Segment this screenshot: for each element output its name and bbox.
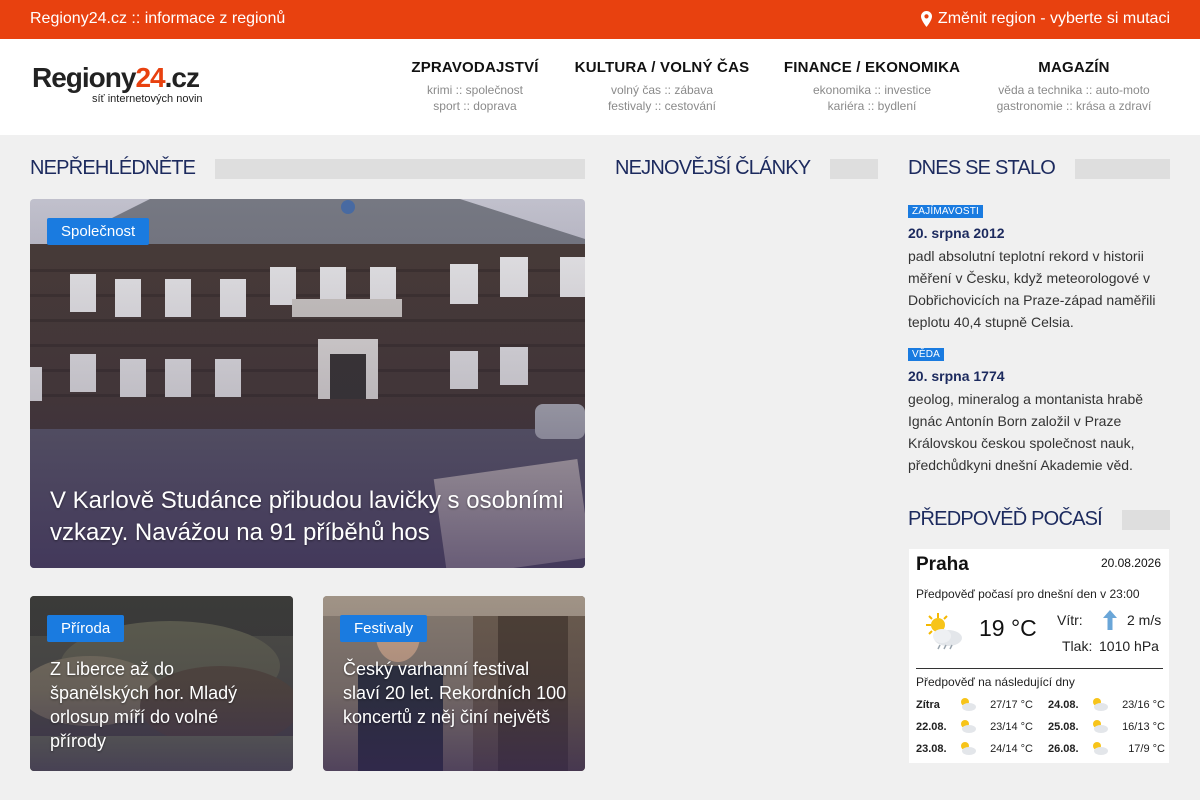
section-title: NEPŘEHLÉDNĚTE bbox=[30, 157, 196, 179]
nav-item-magazine[interactable]: MAGAZÍN věda a technika :: auto-moto gas… bbox=[985, 59, 1163, 114]
category-badge[interactable]: Společnost bbox=[47, 218, 150, 245]
event-item: ZAJÍMAVOSTI 20. srpna 2012 padl absolutn… bbox=[908, 201, 1170, 333]
section-title: PŘEDPOVĚĎ POČASÍ bbox=[908, 508, 1103, 530]
forecast-day: 26.08. bbox=[1048, 743, 1079, 755]
nav-sub-1[interactable]: krimi :: společnost bbox=[427, 82, 523, 98]
wind-value: 2 m/s bbox=[1127, 612, 1162, 628]
site-header: Regiony24.cz síť internetových novin ZPR… bbox=[0, 39, 1200, 135]
article-headline[interactable]: V Karlově Studánce přibudou lavičky s os… bbox=[50, 485, 570, 549]
forecast-day: 24.08. bbox=[1048, 699, 1079, 711]
map-pin-icon bbox=[920, 11, 932, 27]
nav-sub-1[interactable]: volný čas :: zábava bbox=[611, 82, 713, 98]
partly-cloudy-sun-icon bbox=[958, 718, 976, 737]
event-text: geolog, mineralog a montanista hrabě Ign… bbox=[908, 391, 1144, 473]
logo-word-tld: .cz bbox=[164, 62, 200, 93]
category-badge[interactable]: Festivaly bbox=[340, 615, 428, 642]
nav-title[interactable]: FINANCE / EKONOMIKA bbox=[784, 59, 960, 76]
nav-sub-2[interactable]: gastronomie :: krása a zdraví bbox=[997, 98, 1152, 114]
wind-label: Vítr: bbox=[1057, 612, 1083, 628]
weather-divider bbox=[916, 668, 1163, 669]
forecast-temp: 16/13 °C bbox=[1122, 721, 1165, 733]
nav-sub-1[interactable]: ekonomika :: investice bbox=[813, 82, 931, 98]
article-card-nature[interactable]: Příroda Z Liberce až do španělských hor.… bbox=[30, 596, 293, 771]
section-heading-latest: NEJNOVĚJŠÍ ČLÁNKY bbox=[615, 157, 878, 180]
partly-cloudy-sun-icon bbox=[958, 740, 976, 759]
logo-tagline: síť internetových novin bbox=[92, 93, 203, 105]
event-item: VĚDA 20. srpna 1774 geolog, mineralog a … bbox=[908, 344, 1170, 476]
partly-cloudy-sun-icon bbox=[1090, 740, 1108, 759]
forecast-day: 23.08. bbox=[916, 743, 947, 755]
forecast-temp: 17/9 °C bbox=[1128, 743, 1165, 755]
site-logo[interactable]: Regiony24.cz síť internetových novin bbox=[32, 63, 212, 113]
heading-divider bbox=[1121, 509, 1170, 530]
forecast-day: 22.08. bbox=[916, 721, 947, 733]
partly-cloudy-sun-icon bbox=[958, 696, 976, 715]
wind-direction-icon bbox=[1103, 610, 1117, 635]
heading-divider bbox=[1075, 158, 1170, 179]
change-region-label: Změnit region - vyberte si mutaci bbox=[937, 10, 1170, 27]
section-title: DNES SE STALO bbox=[908, 157, 1056, 179]
forecast-temp: 23/16 °C bbox=[1122, 699, 1165, 711]
event-date: 20. srpna 2012 bbox=[908, 225, 1005, 241]
nav-title[interactable]: ZPRAVODAJSTVÍ bbox=[411, 59, 538, 76]
section-heading-weather: PŘEDPOVĚĎ POČASÍ bbox=[908, 508, 1170, 531]
partly-cloudy-sun-icon bbox=[922, 611, 966, 656]
forecast-temp: 23/14 °C bbox=[990, 721, 1033, 733]
nav-item-news[interactable]: ZPRAVODAJSTVÍ krimi :: společnost sport … bbox=[400, 59, 550, 114]
partly-cloudy-sun-icon bbox=[1090, 718, 1108, 737]
weather-next-days-label: Předpověď na následující dny bbox=[916, 675, 1075, 689]
forecast-day: 25.08. bbox=[1048, 721, 1079, 733]
event-date: 20. srpna 1774 bbox=[908, 368, 1005, 384]
top-bar: Regiony24.cz :: informace z regionů Změn… bbox=[0, 0, 1200, 39]
forecast-temp: 24/14 °C bbox=[990, 743, 1033, 755]
pressure-label: Tlak: bbox=[1062, 638, 1093, 654]
nav-sub-2[interactable]: sport :: doprava bbox=[433, 98, 516, 114]
weather-city: Praha bbox=[916, 554, 969, 575]
nav-sub-1[interactable]: věda a technika :: auto-moto bbox=[998, 82, 1149, 98]
article-headline[interactable]: Z Liberce až do španělských hor. Mladý o… bbox=[50, 657, 275, 753]
weather-forecast-label: Předpověď počasí pro dnešní den v 23:00 bbox=[916, 587, 1140, 601]
forecast-day: Zítra bbox=[916, 699, 940, 711]
featured-article-card[interactable]: Společnost V Karlově Studánce přibudou l… bbox=[30, 199, 585, 568]
nav-sub-2[interactable]: kariéra :: bydlení bbox=[828, 98, 917, 114]
event-category-tag[interactable]: ZAJÍMAVOSTI bbox=[908, 205, 984, 218]
weather-temperature: 19 °C bbox=[979, 615, 1037, 641]
event-text: padl absolutní teplotní rekord v histori… bbox=[908, 248, 1156, 330]
section-heading-dont-miss: NEPŘEHLÉDNĚTE bbox=[30, 157, 585, 180]
article-headline[interactable]: Český varhanní festival slaví 20 let. Re… bbox=[343, 657, 568, 729]
heading-divider bbox=[830, 158, 878, 179]
nav-title[interactable]: KULTURA / VOLNÝ ČAS bbox=[575, 59, 750, 76]
logo-word-num: 24 bbox=[135, 62, 165, 93]
section-heading-today: DNES SE STALO bbox=[908, 157, 1170, 180]
weather-widget[interactable]: Praha 20.08.2026 Předpověď počasí pro dn… bbox=[908, 548, 1170, 764]
pressure-value: 1010 hPa bbox=[1099, 638, 1159, 654]
nav-title[interactable]: MAGAZÍN bbox=[1038, 59, 1109, 76]
event-category-tag[interactable]: VĚDA bbox=[908, 348, 945, 361]
section-title: NEJNOVĚJŠÍ ČLÁNKY bbox=[615, 157, 811, 179]
forecast-temp: 27/17 °C bbox=[990, 699, 1033, 711]
heading-divider bbox=[215, 158, 585, 179]
nav-sub-2[interactable]: festivaly :: cestování bbox=[608, 98, 716, 114]
nav-item-finance[interactable]: FINANCE / EKONOMIKA ekonomika :: investi… bbox=[775, 59, 969, 114]
site-info-link[interactable]: Regiony24.cz :: informace z regionů bbox=[30, 10, 285, 28]
partly-cloudy-sun-icon bbox=[1090, 696, 1108, 715]
weather-date: 20.08.2026 bbox=[1100, 556, 1161, 570]
category-badge[interactable]: Příroda bbox=[47, 615, 125, 642]
logo-word-main: Regiony bbox=[32, 62, 136, 93]
article-card-festival[interactable]: Festivaly Český varhanní festival slaví … bbox=[323, 596, 585, 771]
nav-item-culture[interactable]: KULTURA / VOLNÝ ČAS volný čas :: zábava … bbox=[566, 59, 758, 114]
change-region-link[interactable]: Změnit region - vyberte si mutaci bbox=[920, 10, 1170, 28]
